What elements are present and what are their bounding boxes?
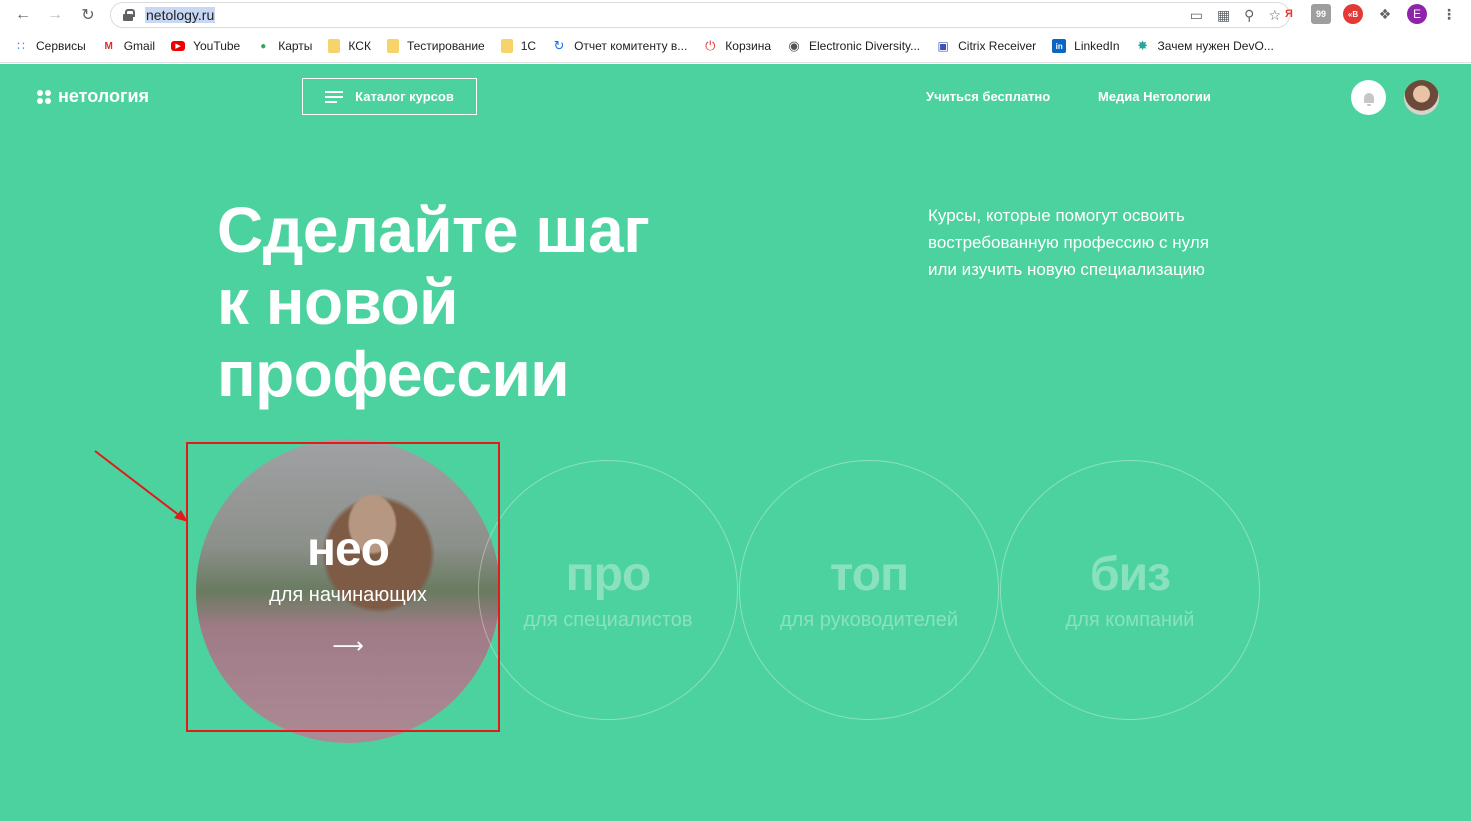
level-caption: для специалистов — [523, 608, 693, 631]
learn-free-link[interactable]: Учиться бесплатно — [926, 89, 1050, 104]
extension-99-icon[interactable]: 99 — [1311, 4, 1331, 24]
zoom-icon[interactable]: ⚲ — [1244, 7, 1254, 24]
menu-icon — [325, 90, 344, 103]
folder-icon — [328, 39, 341, 53]
gmail-icon: M — [104, 40, 113, 52]
bookmark-item[interactable]: ▶ YouTube — [171, 39, 240, 53]
profile-avatar[interactable]: E — [1407, 4, 1427, 24]
annotation-highlight-box — [186, 442, 500, 732]
bookmark-item[interactable]: ◉ Electronic Diversity... — [787, 38, 920, 53]
citrix-icon: ▣ — [937, 39, 949, 53]
folder-icon — [500, 39, 513, 53]
cast-icon[interactable]: ▭ — [1190, 7, 1203, 24]
bookmark-item[interactable]: ↻ Отчет комитенту в... — [552, 38, 688, 53]
bookmark-item[interactable]: Тестирование — [386, 39, 485, 53]
media-link[interactable]: Медиа Нетологии — [1098, 89, 1211, 104]
bookmark-item[interactable]: in LinkedIn — [1052, 39, 1120, 53]
apps-grid-icon: ∷ — [17, 39, 25, 53]
bookmark-item[interactable]: 1С — [500, 39, 536, 53]
user-avatar[interactable] — [1404, 80, 1439, 115]
star-burst-icon: ✸ — [1137, 38, 1148, 53]
youtube-icon: ▶ — [171, 41, 186, 51]
bookmark-item[interactable]: ● Карты — [256, 39, 312, 53]
bookmark-item[interactable]: ✸ Зачем нужен DevO... — [1136, 38, 1274, 53]
qr-icon[interactable]: ▦ — [1217, 7, 1230, 24]
forward-icon[interactable]: → — [44, 4, 66, 26]
level-caption: для руководителей — [779, 608, 958, 631]
hero-title: Сделайте шаг к новой профессии — [217, 194, 650, 410]
menu-dots-icon[interactable]: ⋮ — [1439, 4, 1459, 24]
level-card-top[interactable]: топ для руководителей — [739, 460, 999, 720]
yandex-icon[interactable]: Я — [1279, 4, 1299, 24]
browser-toolbar: ← → ↻ netology.ru ▭ ▦ ⚲ ☆ Я 99 «B ❖ E ⋮ — [0, 0, 1471, 30]
url-text[interactable]: netology.ru — [145, 7, 216, 23]
catalog-button[interactable]: Каталог курсов — [302, 78, 477, 115]
bookmark-item[interactable]: КСК — [328, 39, 371, 53]
site-logo[interactable]: нетология — [37, 86, 149, 107]
bookmark-item[interactable]: ⏻ Корзина — [703, 38, 771, 53]
hero-subtitle: Курсы, которые помогут освоить востребов… — [928, 206, 1209, 279]
globe-icon: ◉ — [788, 38, 800, 53]
bookmark-item[interactable]: ∷ Сервисы — [14, 39, 86, 53]
lock-icon — [123, 9, 135, 21]
linkedin-icon: in — [1052, 39, 1067, 53]
level-card-pro[interactable]: про для специалистов — [478, 460, 738, 720]
extension-red-icon[interactable]: «B — [1343, 4, 1363, 24]
level-caption: для компаний — [1065, 608, 1195, 631]
logo-mark-icon — [37, 89, 51, 104]
level-card-biz[interactable]: биз для компаний — [1000, 460, 1260, 720]
refresh-icon: ↻ — [553, 38, 565, 53]
level-title: биз — [1089, 547, 1171, 601]
back-icon[interactable]: ← — [12, 4, 34, 26]
bookmark-item[interactable]: ▣ Citrix Receiver — [936, 39, 1036, 53]
bookmark-item[interactable]: M Gmail — [102, 39, 156, 53]
address-bar[interactable]: netology.ru ▭ ▦ ⚲ ☆ — [110, 2, 1290, 28]
maps-pin-icon: ● — [260, 40, 267, 52]
notification-bell-icon[interactable] — [1351, 80, 1386, 115]
bookmarks-bar: ∷ Сервисы M Gmail ▶ YouTube ● Карты КСК Тест… — [0, 30, 1471, 63]
annotation-arrow-icon — [94, 450, 188, 522]
reload-icon[interactable]: ↻ — [77, 4, 99, 26]
extensions-puzzle-icon[interactable]: ❖ — [1375, 4, 1395, 24]
power-icon: ⏻ — [705, 38, 716, 53]
folder-icon — [386, 39, 399, 53]
level-title: про — [565, 547, 652, 601]
level-title: топ — [829, 547, 909, 601]
